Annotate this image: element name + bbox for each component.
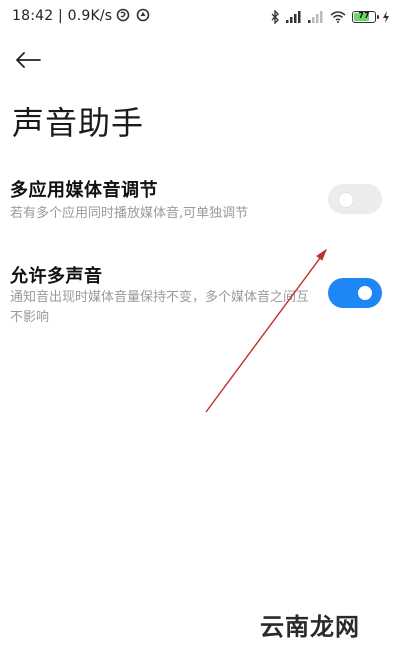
setting-description: 若有多个应用同时播放媒体音,可单独调节 xyxy=(10,206,249,221)
setting-row-multi-app-media[interactable]: 多应用媒体音调节 若有多个应用同时播放媒体音,可单独调节 xyxy=(0,172,400,232)
status-separator: | xyxy=(58,8,68,24)
toggle-knob xyxy=(338,192,354,208)
app-notification-icon xyxy=(116,8,130,22)
app-notification-icon-2 xyxy=(136,8,150,22)
signal-icon-2 xyxy=(308,11,323,23)
watermark-logo: 云南龙网 xyxy=(260,612,360,641)
status-notification-icons xyxy=(116,8,150,22)
status-bar: 18:42 | 0.9K/s 77 xyxy=(0,0,400,34)
signal-icon xyxy=(286,11,301,23)
allow-multi-sound-toggle[interactable] xyxy=(328,278,382,308)
back-arrow-icon xyxy=(16,52,41,68)
bluetooth-icon xyxy=(271,10,279,24)
setting-title: 多应用媒体音调节 xyxy=(10,180,158,201)
status-time: 18:42 | 0.9K/s xyxy=(12,8,112,24)
net-speed-text: 0.9K/s xyxy=(67,8,113,24)
wifi-icon xyxy=(330,11,346,23)
clock-text: 18:42 xyxy=(12,8,54,24)
charging-icon xyxy=(383,11,389,23)
setting-row-allow-multi-sound[interactable]: 允许多声音 通知音出现时媒体音量保持不变，多个媒体音之间互不影响 xyxy=(0,258,400,332)
status-system-icons: 77 xyxy=(270,8,390,26)
toggle-knob xyxy=(358,286,372,300)
back-button[interactable] xyxy=(12,46,44,74)
battery-icon: 77 xyxy=(352,11,379,23)
battery-level-text: 77 xyxy=(358,11,370,20)
setting-title: 允许多声音 xyxy=(10,266,103,287)
page-title: 声音助手 xyxy=(12,104,145,142)
multi-app-media-toggle[interactable] xyxy=(328,184,382,214)
setting-description: 通知音出现时媒体音量保持不变，多个媒体音之间互不影响 xyxy=(10,290,310,325)
